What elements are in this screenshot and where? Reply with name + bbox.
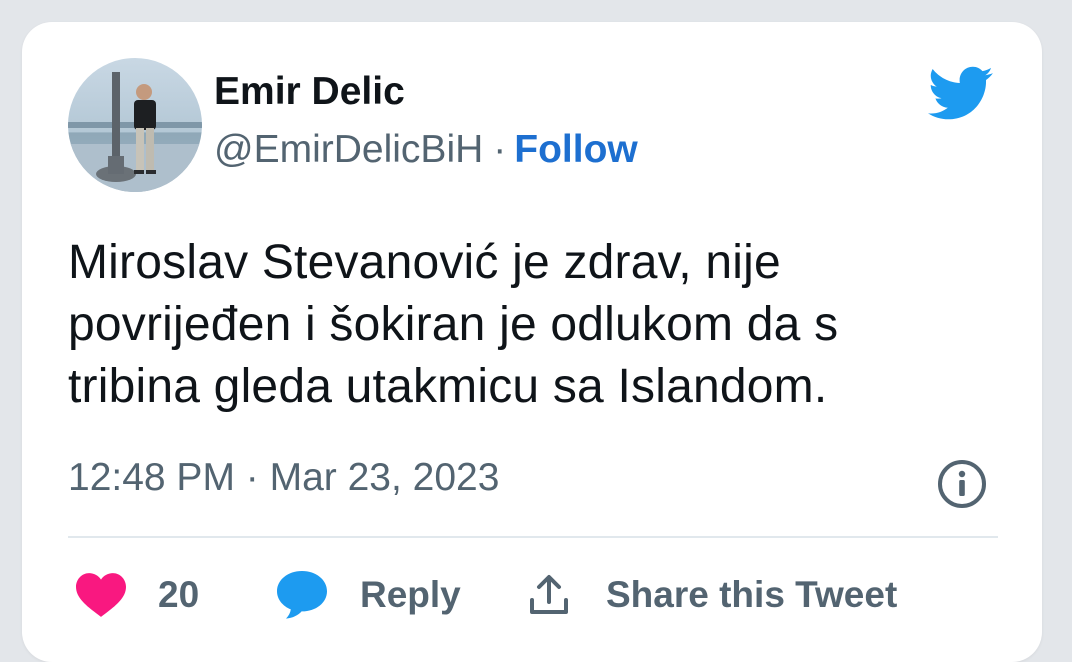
info-icon[interactable] xyxy=(936,458,988,510)
speech-bubble-icon xyxy=(277,571,327,619)
handle-separator: · xyxy=(493,128,507,171)
follow-button[interactable]: Follow xyxy=(514,128,637,171)
tweet-text: Miroslav Stevanović je zdrav, nije povri… xyxy=(68,232,1008,418)
like-count: 20 xyxy=(158,574,200,615)
divider xyxy=(68,536,998,538)
tweet-actions: 20 Reply Share this Tweet xyxy=(22,570,1042,620)
share-label: Share this Tweet xyxy=(606,574,898,615)
reply-button[interactable]: Reply xyxy=(276,570,461,620)
share-upload-icon xyxy=(530,575,568,614)
avatar[interactable] xyxy=(68,58,202,192)
tweet-text-line: povrijeđen i šokiran je odlukom da s xyxy=(68,298,839,351)
reply-label: Reply xyxy=(360,574,461,615)
heart-icon xyxy=(76,573,126,617)
twitter-bird-icon[interactable] xyxy=(928,66,994,122)
author-name[interactable]: Emir Delic xyxy=(214,70,405,114)
tweet-text-line: tribina gleda utakmicu sa Islandom. xyxy=(68,360,828,413)
tweet-timestamp[interactable]: 12:48 PM · Mar 23, 2023 xyxy=(68,456,499,500)
author-handle[interactable]: @EmirDelicBiH xyxy=(214,128,483,171)
avatar-photo xyxy=(68,58,202,192)
like-button[interactable]: 20 xyxy=(76,570,199,620)
share-button[interactable]: Share this Tweet xyxy=(526,570,897,620)
tweet-text-line: Miroslav Stevanović je zdrav, nije xyxy=(68,236,781,289)
tweet-card: Emir Delic @EmirDelicBiH · Follow Miroslav… xyxy=(22,22,1042,662)
author-handle-row: @EmirDelicBiH · Follow xyxy=(214,128,638,172)
